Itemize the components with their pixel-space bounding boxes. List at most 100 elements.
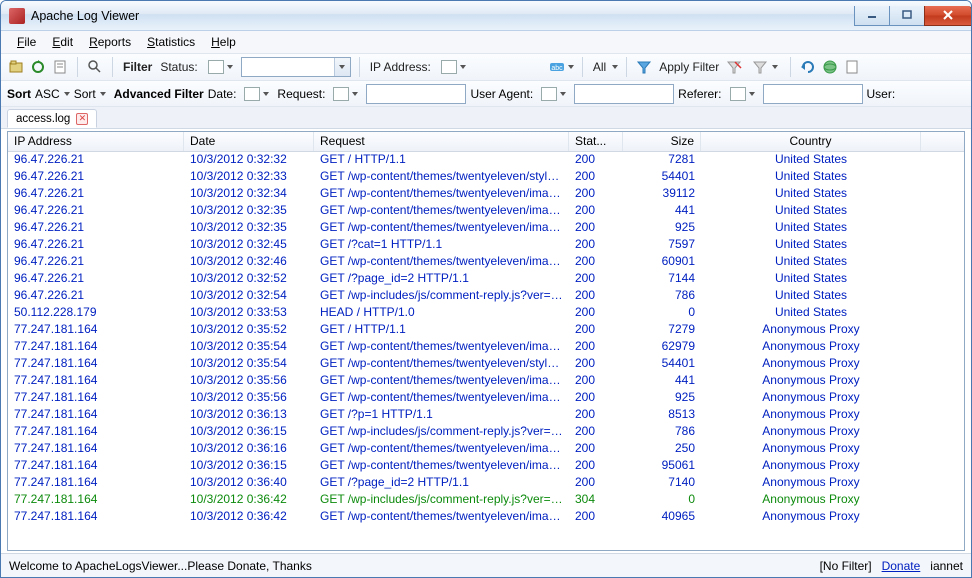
grid-header: IP Address Date Request Stat... Size Cou… [8,132,964,152]
col-header-country[interactable]: Country [701,132,921,151]
table-row[interactable]: 96.47.226.2110/3/2012 0:32:34GET /wp-con… [8,186,964,203]
table-row[interactable]: 96.47.226.2110/3/2012 0:32:54GET /wp-inc… [8,288,964,305]
menu-edit[interactable]: Edit [44,33,81,51]
useragent-input[interactable] [574,84,674,104]
page-icon[interactable] [843,58,861,76]
referer-input[interactable] [763,84,863,104]
minimize-button[interactable] [854,6,890,26]
ip-color-dropdown[interactable] [437,57,470,77]
filter-clear-icon[interactable] [725,58,743,76]
cell-status: 200 [569,169,623,186]
table-row[interactable]: 96.47.226.2110/3/2012 0:32:46GET /wp-con… [8,254,964,271]
col-header-size[interactable]: Size [623,132,701,151]
status-combo[interactable] [241,57,351,77]
cell-country: United States [701,220,921,237]
asc-button[interactable]: ASC [35,87,60,101]
table-row[interactable]: 77.247.181.16410/3/2012 0:35:56GET /wp-c… [8,373,964,390]
regex-toggle-icon[interactable]: abc [548,58,566,76]
table-row[interactable]: 50.112.228.17910/3/2012 0:33:53HEAD / HT… [8,305,964,322]
cell-country: Anonymous Proxy [701,390,921,407]
menu-reports[interactable]: Reports [81,33,139,51]
cell-status: 200 [569,390,623,407]
sort2-button[interactable]: Sort [74,87,96,101]
useragent-color-dropdown[interactable] [537,84,570,104]
reload-icon[interactable] [799,58,817,76]
table-row[interactable]: 96.47.226.2110/3/2012 0:32:35GET /wp-con… [8,220,964,237]
date-color-dropdown[interactable] [240,84,273,104]
menubar: File Edit Reports Statistics Help [1,31,971,53]
col-header-date[interactable]: Date [184,132,314,151]
table-row[interactable]: 96.47.226.2110/3/2012 0:32:52GET /?page_… [8,271,964,288]
table-row[interactable]: 77.247.181.16410/3/2012 0:36:15GET /wp-c… [8,458,964,475]
table-row[interactable]: 77.247.181.16410/3/2012 0:35:52GET / HTT… [8,322,964,339]
col-header-request[interactable]: Request [314,132,569,151]
table-row[interactable]: 77.247.181.16410/3/2012 0:36:13GET /?p=1… [8,407,964,424]
cell-date: 10/3/2012 0:35:52 [184,322,314,339]
table-row[interactable]: 77.247.181.16410/3/2012 0:35:54GET /wp-c… [8,356,964,373]
cell-date: 10/3/2012 0:32:54 [184,288,314,305]
table-row[interactable]: 77.247.181.16410/3/2012 0:36:42GET /wp-i… [8,492,964,509]
cell-request: GET /wp-content/themes/twentyeleven/imag… [314,254,569,271]
table-row[interactable]: 77.247.181.16410/3/2012 0:35:56GET /wp-c… [8,390,964,407]
cell-date: 10/3/2012 0:35:56 [184,373,314,390]
status-user: iannet [930,559,963,573]
menu-statistics[interactable]: Statistics [139,33,203,51]
cell-request: GET /wp-content/themes/twentyeleven/imag… [314,373,569,390]
table-row[interactable]: 77.247.181.16410/3/2012 0:36:16GET /wp-c… [8,441,964,458]
tab-accesslog[interactable]: access.log ✕ [7,109,97,128]
referer-color-dropdown[interactable] [726,84,759,104]
close-button[interactable] [924,6,972,26]
cell-size: 786 [623,288,701,305]
cell-ip: 96.47.226.21 [8,152,184,169]
col-header-ip[interactable]: IP Address [8,132,184,151]
globe-icon[interactable] [821,58,839,76]
status-color-dropdown[interactable] [204,57,237,77]
cell-country: United States [701,271,921,288]
asc-dropdown[interactable] [64,92,70,96]
table-row[interactable]: 96.47.226.2110/3/2012 0:32:35GET /wp-con… [8,203,964,220]
refresh-log-icon[interactable] [29,58,47,76]
table-row[interactable]: 77.247.181.16410/3/2012 0:35:54GET /wp-c… [8,339,964,356]
cell-size: 441 [623,203,701,220]
col-header-status[interactable]: Stat... [569,132,623,151]
cell-status: 200 [569,152,623,169]
cell-size: 0 [623,492,701,509]
chevron-down-icon[interactable] [568,65,574,69]
cell-ip: 77.247.181.164 [8,322,184,339]
cell-country: Anonymous Proxy [701,356,921,373]
cell-status: 200 [569,305,623,322]
cell-size: 7597 [623,237,701,254]
cell-country: United States [701,305,921,322]
cell-size: 54401 [623,169,701,186]
sort-dropdown[interactable] [100,92,106,96]
table-row[interactable]: 96.47.226.2110/3/2012 0:32:32GET / HTTP/… [8,152,964,169]
tab-close-icon[interactable]: ✕ [76,113,88,125]
donate-link[interactable]: Donate [882,559,921,573]
cell-date: 10/3/2012 0:32:45 [184,237,314,254]
table-row[interactable]: 96.47.226.2110/3/2012 0:32:33GET /wp-con… [8,169,964,186]
cell-country: United States [701,254,921,271]
cell-country: Anonymous Proxy [701,492,921,509]
menu-help[interactable]: Help [203,33,244,51]
cell-size: 40965 [623,509,701,526]
grid-body[interactable]: 96.47.226.2110/3/2012 0:32:32GET / HTTP/… [8,152,964,550]
table-row[interactable]: 77.247.181.16410/3/2012 0:36:40GET /?pag… [8,475,964,492]
request-input[interactable] [366,84,466,104]
maximize-button[interactable] [889,6,925,26]
sort-toolbar: Sort ASC Sort Advanced Filter Date: Requ… [1,81,971,107]
open-log-icon[interactable] [7,58,25,76]
table-row[interactable]: 77.247.181.16410/3/2012 0:36:42GET /wp-c… [8,509,964,526]
cell-request: GET /?page_id=2 HTTP/1.1 [314,475,569,492]
filter-options-dropdown[interactable] [747,57,782,77]
cell-status: 200 [569,322,623,339]
cell-status: 200 [569,373,623,390]
find-icon[interactable] [86,58,104,76]
table-row[interactable]: 77.247.181.16410/3/2012 0:36:15GET /wp-i… [8,424,964,441]
all-dropdown[interactable] [612,65,618,69]
menu-file[interactable]: File [9,33,44,51]
apply-filter-button[interactable]: Apply Filter [657,60,721,74]
table-row[interactable]: 96.47.226.2110/3/2012 0:32:45GET /?cat=1… [8,237,964,254]
cell-date: 10/3/2012 0:32:32 [184,152,314,169]
request-color-dropdown[interactable] [329,84,362,104]
export-icon[interactable] [51,58,69,76]
